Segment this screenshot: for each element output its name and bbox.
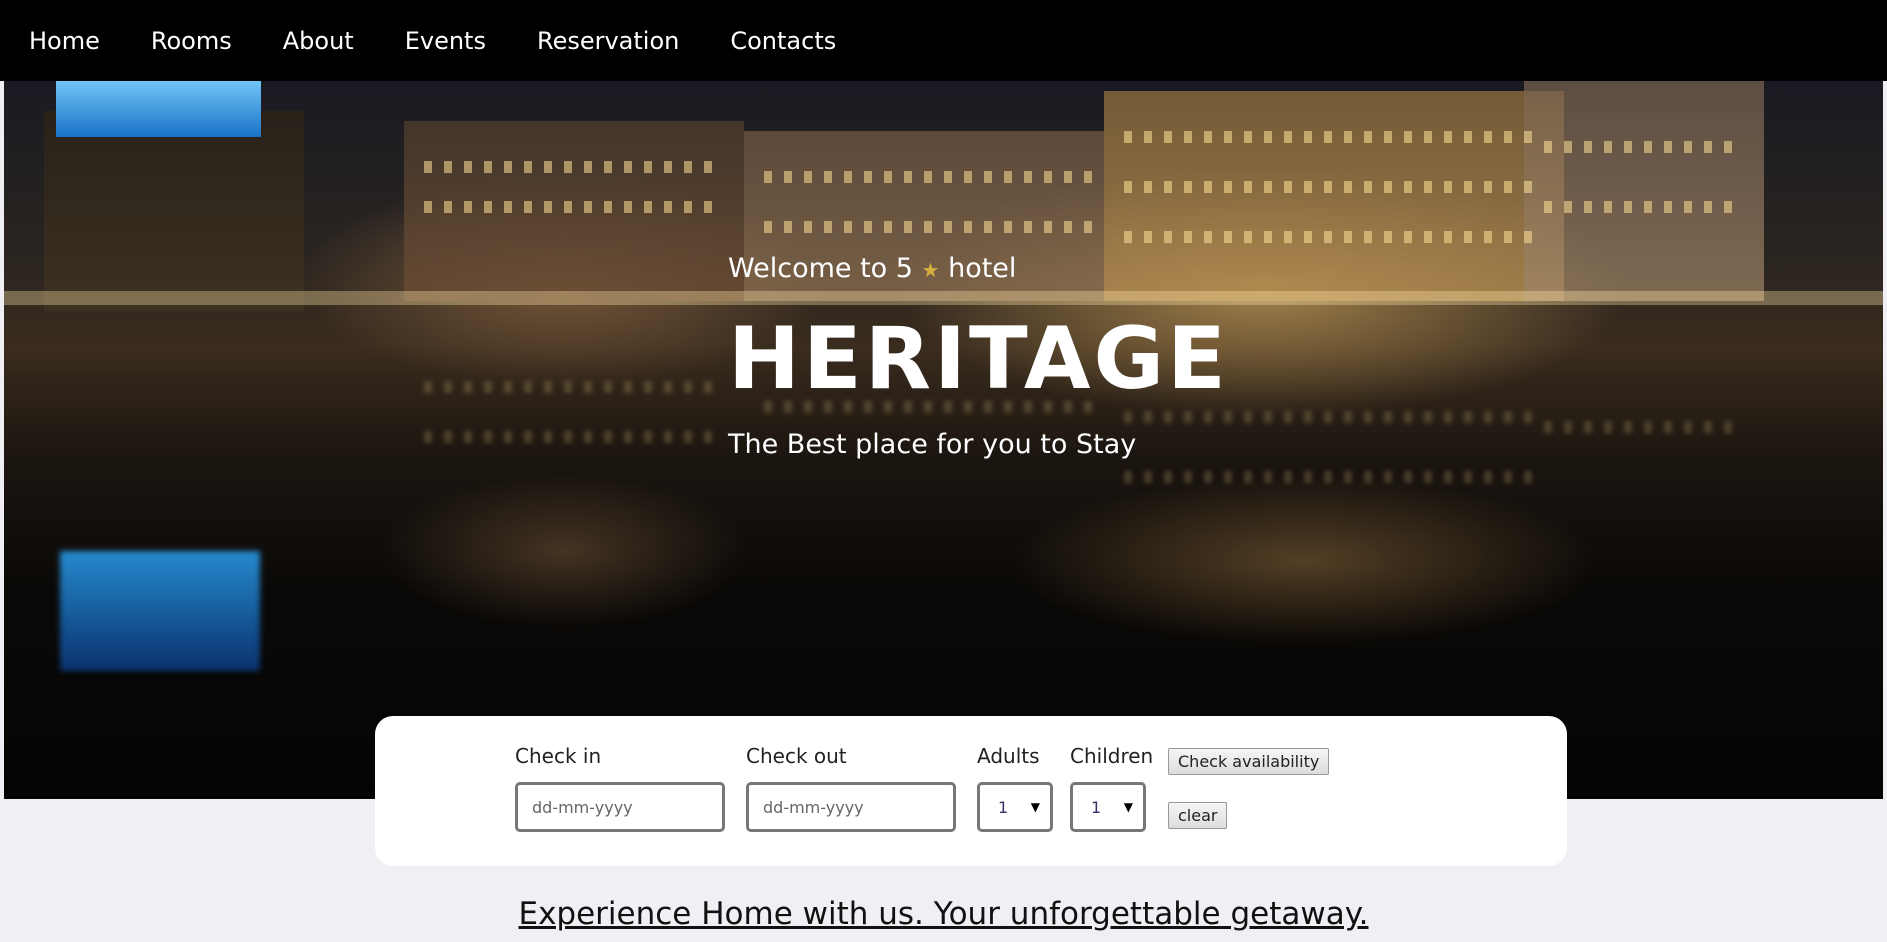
nav-item-reservation[interactable]: Reservation — [537, 27, 679, 55]
check-out-placeholder: dd-mm-yyyy — [763, 797, 864, 817]
nav-item-home[interactable]: Home — [29, 27, 100, 55]
check-in-input[interactable]: dd-mm-yyyy — [515, 782, 725, 832]
welcome-suffix: hotel — [948, 253, 1017, 284]
chevron-down-icon: ▼ — [1030, 800, 1040, 814]
hotel-name-title: HERITAGE — [728, 309, 1229, 409]
check-in-label: Check in — [515, 744, 602, 768]
children-select[interactable]: 1 ▼ — [1070, 782, 1146, 832]
adults-value: 1 — [998, 797, 1009, 817]
adults-select[interactable]: 1 ▼ — [977, 782, 1053, 832]
welcome-prefix: Welcome to 5 — [728, 253, 913, 284]
nav-item-contacts[interactable]: Contacts — [730, 27, 836, 55]
nav-item-rooms[interactable]: Rooms — [151, 27, 232, 55]
adults-label: Adults — [977, 744, 1040, 768]
check-availability-button[interactable]: Check availability — [1168, 748, 1330, 775]
check-in-placeholder: dd-mm-yyyy — [532, 797, 633, 817]
check-out-label: Check out — [746, 744, 847, 768]
hero-banner: Welcome to 5 ★ hotel HERITAGE The Best p… — [4, 81, 1883, 799]
chevron-down-icon: ▼ — [1123, 800, 1133, 814]
nav-item-events[interactable]: Events — [405, 27, 486, 55]
children-value: 1 — [1091, 797, 1102, 817]
hero-tagline: The Best place for you to Stay — [728, 429, 1137, 460]
top-navbar: Home Rooms About Events Reservation Cont… — [0, 0, 1887, 81]
booking-form: Check in dd-mm-yyyy Check out dd-mm-yyyy… — [375, 716, 1567, 866]
experience-link[interactable]: Experience Home with us. Your unforgetta… — [0, 896, 1887, 932]
welcome-text: Welcome to 5 ★ hotel — [728, 253, 1016, 284]
check-out-input[interactable]: dd-mm-yyyy — [746, 782, 956, 832]
clear-button[interactable]: clear — [1168, 802, 1228, 829]
nav-item-about[interactable]: About — [283, 27, 354, 55]
children-label: Children — [1070, 744, 1154, 768]
star-icon: ★ — [921, 258, 940, 282]
